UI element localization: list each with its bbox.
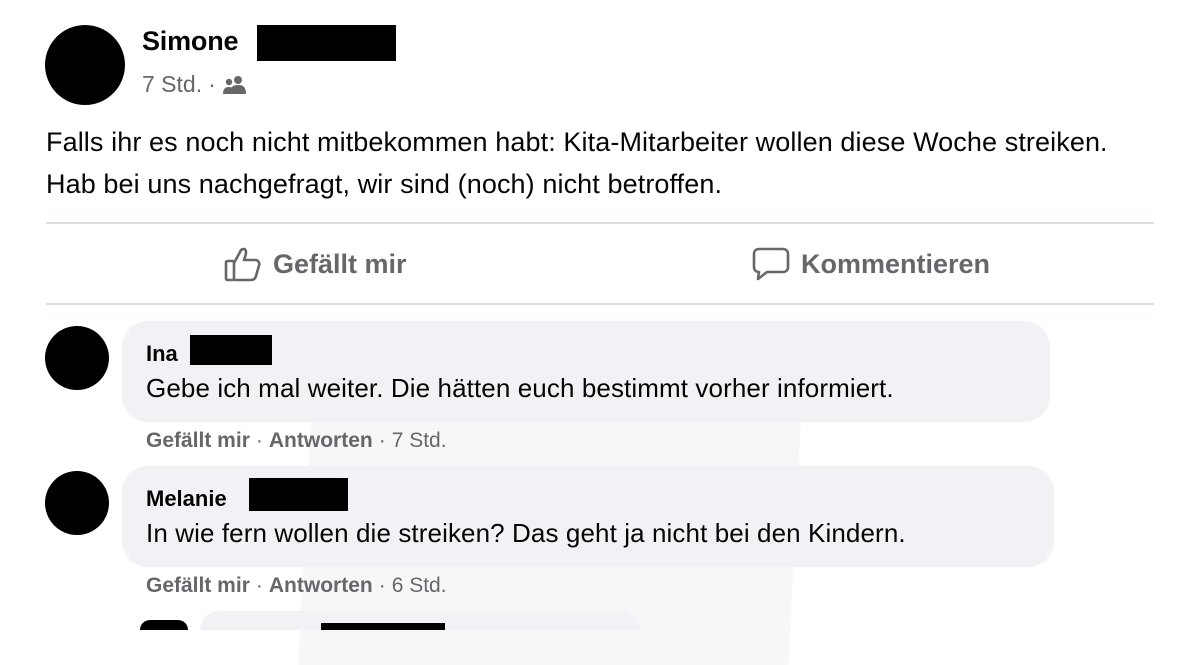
actions-separator: ·	[255, 574, 263, 597]
comment-text: Gebe ich mal weiter. Die hätten euch bes…	[146, 373, 894, 403]
comment-avatar[interactable]	[45, 326, 109, 390]
redacted-surname	[321, 623, 445, 630]
like-button[interactable]: Gefällt mir	[223, 244, 407, 284]
comment-avatar[interactable]	[140, 620, 188, 630]
comment-avatar[interactable]	[45, 471, 109, 535]
post-author-avatar[interactable]	[45, 25, 125, 105]
comment-timestamp[interactable]: 6 Std.	[392, 574, 447, 598]
comment-timestamp[interactable]: 7 Std.	[392, 429, 447, 453]
comment-actions: Gefällt mir · Antworten · 7 Std.	[146, 429, 447, 453]
actions-separator: ·	[255, 429, 263, 452]
friends-icon[interactable]	[222, 75, 248, 95]
comment-button[interactable]: Kommentieren	[751, 244, 990, 284]
post-meta: 7 Std. ·	[142, 71, 248, 98]
post-timestamp[interactable]: 7 Std.	[142, 71, 202, 98]
redacted-surname	[249, 478, 348, 511]
meta-separator: ·	[208, 71, 216, 97]
speech-bubble-icon	[751, 244, 791, 284]
redacted-surname	[257, 25, 396, 61]
comment-like-link[interactable]: Gefällt mir	[146, 429, 250, 453]
comment-button-label: Kommentieren	[801, 248, 991, 279]
comment-text: In wie fern wollen die streiken? Das geh…	[146, 518, 906, 548]
comment-reply-link[interactable]: Antworten	[269, 574, 373, 598]
comment-like-link[interactable]: Gefällt mir	[146, 574, 250, 598]
comment-author[interactable]: Melanie	[146, 486, 227, 512]
actions-separator: ·	[378, 429, 386, 452]
divider-top	[46, 222, 1154, 224]
post-author-name[interactable]: Simone	[142, 26, 239, 57]
post-text: Falls ihr es noch nicht mitbekommen habt…	[46, 127, 1108, 199]
thumbs-up-icon	[223, 244, 263, 284]
divider-bottom	[46, 303, 1154, 305]
like-button-label: Gefällt mir	[273, 248, 407, 279]
comment-actions: Gefällt mir · Antworten · 6 Std.	[146, 574, 447, 598]
comment-author[interactable]: Ina	[146, 341, 178, 367]
redacted-surname	[190, 335, 272, 365]
comment-reply-link[interactable]: Antworten	[269, 429, 373, 453]
actions-separator: ·	[378, 574, 386, 597]
